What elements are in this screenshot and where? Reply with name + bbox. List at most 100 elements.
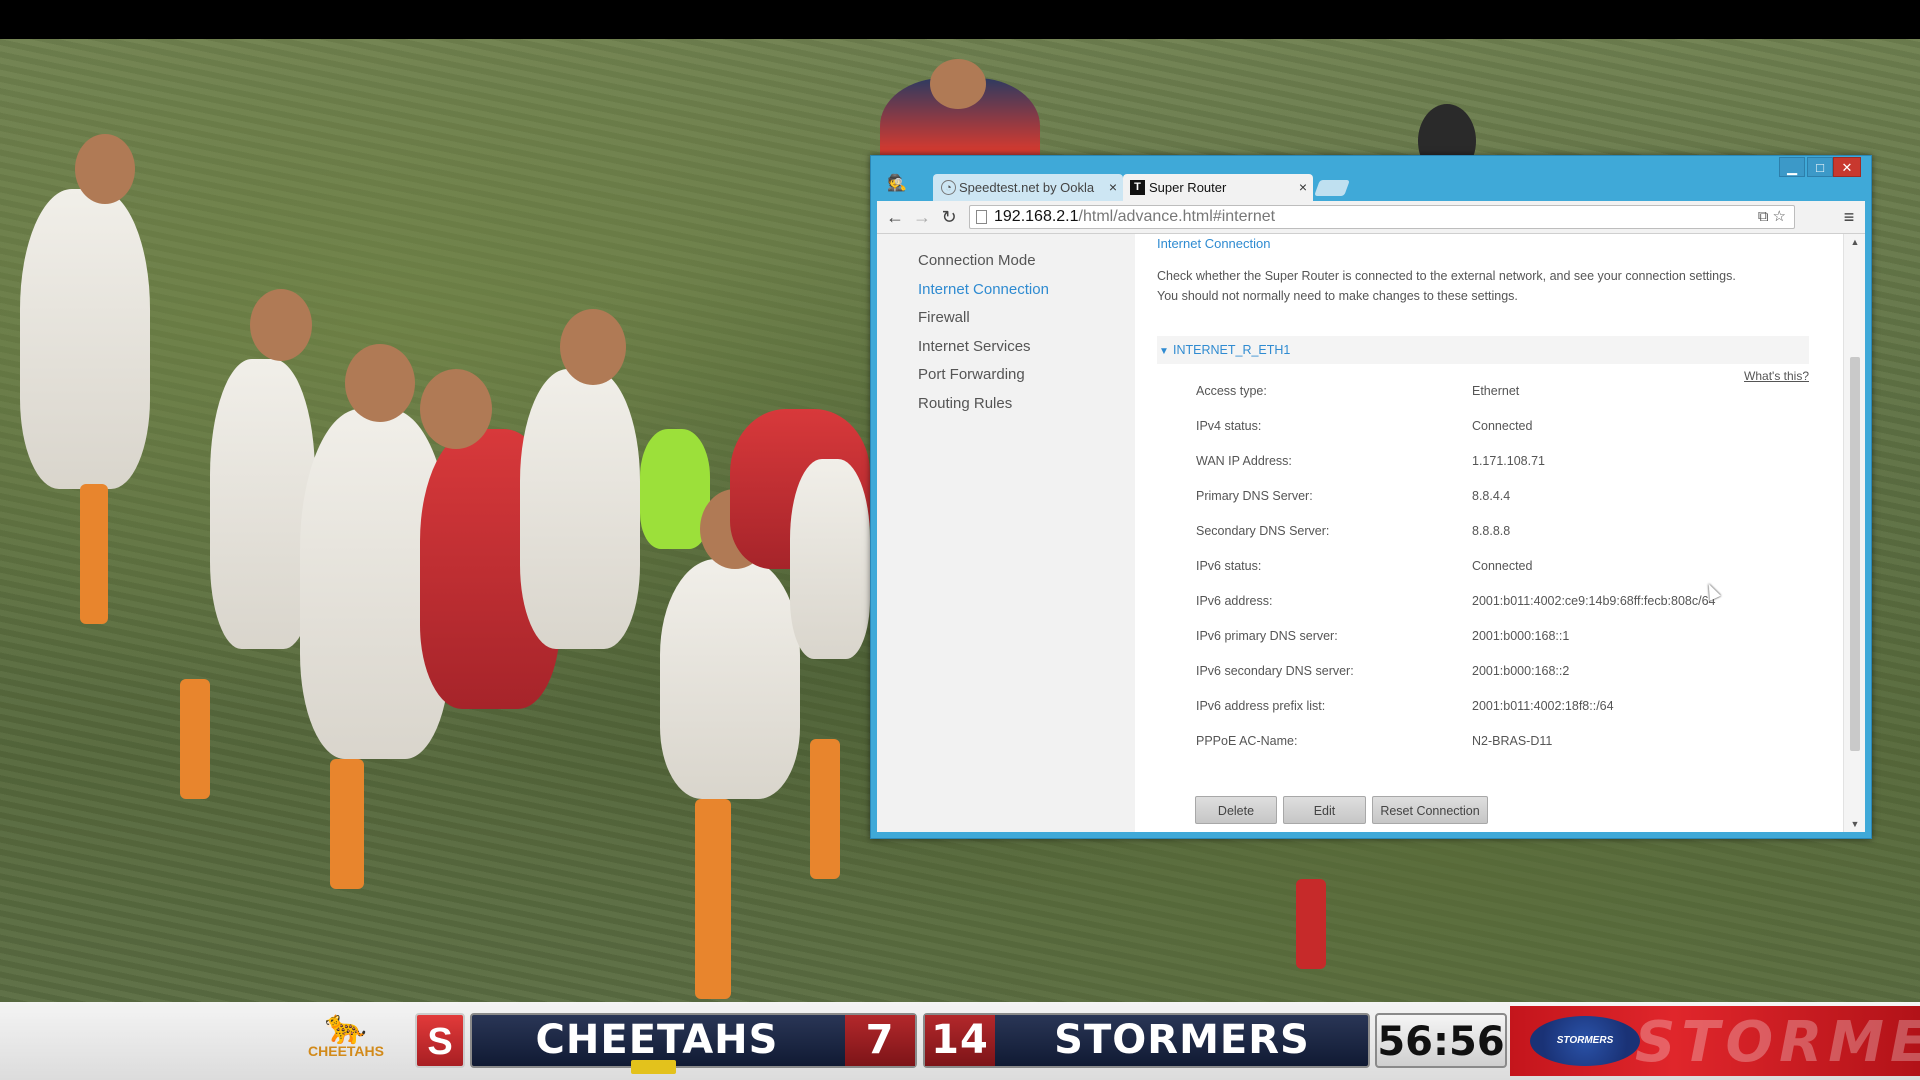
- sidebar-item-port-forwarding[interactable]: Port Forwarding: [918, 366, 1025, 383]
- router-favicon-icon: T: [1130, 180, 1145, 195]
- bookmark-star-icon[interactable]: ☆: [1773, 208, 1790, 225]
- connection-group-name: INTERNET_R_ETH1: [1173, 343, 1291, 357]
- player-sock: [695, 799, 731, 999]
- away-team-name: STORMERS: [1054, 1017, 1310, 1063]
- maximize-button[interactable]: □: [1807, 157, 1833, 177]
- possession-indicator: [631, 1060, 676, 1074]
- forward-button[interactable]: →: [910, 205, 934, 229]
- back-button[interactable]: ←: [883, 205, 907, 229]
- scroll-up-icon[interactable]: ▲: [1844, 234, 1865, 250]
- info-row: IPv4 status: Connected: [1196, 419, 1816, 439]
- info-label: WAN IP Address:: [1196, 454, 1292, 468]
- close-icon[interactable]: ×: [1299, 174, 1307, 201]
- player-sock: [330, 759, 364, 889]
- scroll-down-icon[interactable]: ▼: [1844, 816, 1865, 832]
- sponsor-logo: S: [415, 1013, 465, 1068]
- page-viewport: Connection Mode Internet Connection Fire…: [877, 234, 1865, 832]
- vertical-scrollbar[interactable]: ▲ ▼: [1843, 234, 1865, 832]
- info-label: PPPoE AC-Name:: [1196, 734, 1298, 748]
- edit-button[interactable]: Edit: [1283, 796, 1366, 824]
- player-sock: [80, 484, 108, 624]
- scoreboard: 🐆 CHEETAHS S CHEETAHS 7 14 STORMERS 56:5…: [0, 1002, 1920, 1080]
- sidebar-item-connection-mode[interactable]: Connection Mode: [918, 252, 1036, 269]
- info-row: PPPoE AC-Name: N2-BRAS-D11: [1196, 734, 1816, 754]
- settings-sidebar: Connection Mode Internet Connection Fire…: [877, 234, 1135, 832]
- player-sock: [1296, 879, 1326, 969]
- info-row: IPv6 address: 2001:b011:4002:ce9:14b9:68…: [1196, 594, 1816, 614]
- info-value: 8.8.8.8: [1472, 524, 1511, 538]
- menu-button[interactable]: ≡: [1837, 205, 1861, 229]
- tab-super-router[interactable]: T Super Router ×: [1123, 174, 1313, 201]
- translate-icon[interactable]: ⧉: [1758, 208, 1773, 225]
- info-value: 8.8.4.4: [1472, 489, 1511, 503]
- new-tab-button[interactable]: [1314, 180, 1350, 196]
- reload-button[interactable]: ↻: [937, 205, 961, 229]
- player-head: [560, 309, 626, 385]
- info-value: 2001:b000:168::1: [1472, 629, 1570, 643]
- away-team-box: 14 STORMERS: [923, 1013, 1370, 1068]
- minimize-button[interactable]: ▁: [1779, 157, 1805, 177]
- player-figure: [20, 189, 150, 489]
- tab-label: Super Router: [1149, 180, 1227, 195]
- incognito-icon: 🕵: [887, 175, 907, 192]
- home-team-name: CHEETAHS: [535, 1017, 779, 1063]
- intro-text: Check whether the Super Router is connec…: [1157, 266, 1797, 306]
- page-icon: [976, 210, 987, 224]
- page-title: Internet Connection: [1157, 236, 1271, 251]
- close-icon[interactable]: ×: [1109, 174, 1117, 201]
- info-value: 1.171.108.71: [1472, 454, 1545, 468]
- info-row: IPv6 address prefix list: 2001:b011:4002…: [1196, 699, 1816, 719]
- omnibox-actions: ⧉☆: [1758, 206, 1790, 228]
- info-label: IPv6 address prefix list:: [1196, 699, 1326, 713]
- info-value: Connected: [1472, 559, 1533, 573]
- player-figure: [520, 369, 640, 649]
- whats-this-link[interactable]: What's this?: [1717, 369, 1809, 383]
- sidebar-item-internet-connection[interactable]: Internet Connection: [918, 281, 1049, 298]
- url-host: 192.168.2.1: [994, 208, 1079, 225]
- browser-window: 🕵 ◔ Speedtest.net by Ookla × T Super Rou…: [870, 155, 1872, 839]
- close-window-button[interactable]: ✕: [1833, 157, 1861, 177]
- intro-line: Check whether the Super Router is connec…: [1157, 269, 1736, 283]
- player-sock: [810, 739, 840, 879]
- title-bar[interactable]: 🕵 ◔ Speedtest.net by Ookla × T Super Rou…: [871, 156, 1871, 201]
- info-label: Access type:: [1196, 384, 1267, 398]
- match-clock: 56:56: [1375, 1013, 1507, 1068]
- letterbox-top: [0, 0, 1920, 39]
- info-label: IPv6 status:: [1196, 559, 1262, 573]
- info-label: Primary DNS Server:: [1196, 489, 1313, 503]
- player-head: [75, 134, 135, 204]
- main-content: Internet Connection Check whether the Su…: [1135, 234, 1835, 832]
- sidebar-item-routing-rules[interactable]: Routing Rules: [918, 395, 1012, 412]
- url-text: 192.168.2.1/html/advance.html#internet: [994, 206, 1275, 228]
- info-row: IPv6 status: Connected: [1196, 559, 1816, 579]
- sidebar-item-firewall[interactable]: Firewall: [918, 309, 970, 326]
- info-value: Ethernet: [1472, 384, 1520, 398]
- info-label: IPv6 address:: [1196, 594, 1273, 608]
- info-row: Secondary DNS Server: 8.8.8.8: [1196, 524, 1816, 544]
- intro-line: You should not normally need to make cha…: [1157, 289, 1518, 303]
- info-row: WAN IP Address: 1.171.108.71: [1196, 454, 1816, 474]
- player-figure: [660, 559, 800, 799]
- info-row: IPv6 primary DNS server: 2001:b000:168::…: [1196, 629, 1816, 649]
- sidebar-item-internet-services[interactable]: Internet Services: [918, 338, 1031, 355]
- info-value: Connected: [1472, 419, 1533, 433]
- url-path: /html/advance.html#internet: [1078, 208, 1276, 225]
- info-value: N2-BRAS-D11: [1472, 734, 1553, 748]
- home-score: 7: [845, 1015, 915, 1066]
- tab-label: Speedtest.net by Ookla: [959, 180, 1095, 195]
- reset-connection-button[interactable]: Reset Connection: [1372, 796, 1488, 824]
- delete-button[interactable]: Delete: [1195, 796, 1277, 824]
- info-row: IPv6 secondary DNS server: 2001:b000:168…: [1196, 664, 1816, 684]
- away-score: 14: [925, 1015, 995, 1066]
- info-label: IPv6 secondary DNS server:: [1196, 664, 1354, 678]
- tab-speedtest[interactable]: ◔ Speedtest.net by Ookla ×: [933, 174, 1123, 201]
- connection-group-header[interactable]: ▼ INTERNET_R_ETH1: [1157, 336, 1809, 364]
- cheetah-icon: 🐆: [324, 1008, 368, 1046]
- speedometer-icon: ◔: [941, 180, 956, 195]
- address-bar[interactable]: 192.168.2.1/html/advance.html#internet ⧉…: [969, 205, 1795, 229]
- scrollbar-thumb[interactable]: [1850, 357, 1860, 751]
- cheetahs-logo-text: CHEETAHS: [308, 1043, 384, 1059]
- player-head: [420, 369, 492, 449]
- player-figure: [790, 459, 870, 659]
- player-head: [345, 344, 415, 422]
